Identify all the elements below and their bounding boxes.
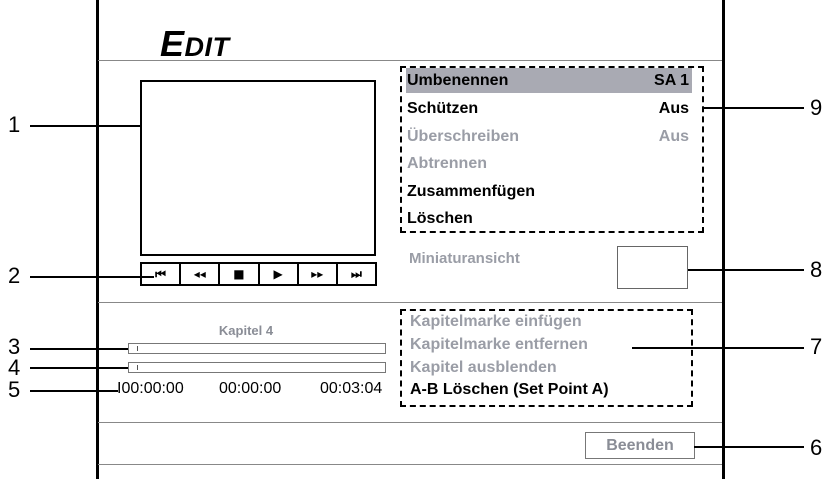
timecode-total: 00:03:04 bbox=[320, 380, 383, 397]
callout-2-line bbox=[30, 276, 154, 278]
skip-start-icon: ⏮ bbox=[155, 266, 166, 281]
chapter-item-insert-mark: Kapitelmarke einfügen bbox=[410, 313, 582, 330]
menu-item-split: Abtrennen bbox=[406, 151, 692, 176]
menu-item-value: Aus bbox=[658, 99, 689, 117]
menu-item-protect[interactable]: Schützen Aus bbox=[406, 96, 692, 121]
menu-item-rename[interactable]: Umbenennen SA 1 bbox=[406, 68, 692, 93]
divider-middle bbox=[98, 302, 722, 303]
menu-item-label: Abtrennen bbox=[407, 154, 487, 172]
menu-item-overwrite: Überschreiben Aus bbox=[406, 124, 692, 149]
callout-6-line bbox=[694, 446, 804, 448]
menu-item-delete[interactable]: Löschen bbox=[406, 206, 692, 231]
chapter-item-hide: Kapitel ausblenden bbox=[410, 359, 557, 376]
chapter-progress-bar[interactable] bbox=[128, 343, 386, 354]
chapter-label: Kapitel 4 bbox=[218, 323, 274, 338]
callout-2: 2 bbox=[8, 263, 21, 288]
skip-end-button[interactable]: ⏭ bbox=[338, 264, 375, 284]
play-icon: ▶ bbox=[273, 267, 283, 281]
callout-7: 7 bbox=[810, 334, 823, 359]
frame-right-border bbox=[722, 0, 725, 479]
stop-icon: ■ bbox=[233, 267, 245, 281]
page-title: EDIT bbox=[160, 23, 230, 64]
chapter-item-ab-delete[interactable]: A-B Löschen (Set Point A) bbox=[410, 381, 609, 399]
thumbnail-label: Miniaturansicht bbox=[409, 250, 520, 267]
callout-7-line bbox=[632, 347, 804, 349]
callout-4-line bbox=[30, 367, 128, 369]
skip-start-button[interactable]: ⏮ bbox=[142, 264, 182, 284]
menu-item-label: Umbenennen bbox=[407, 71, 509, 89]
skip-end-icon: ⏭ bbox=[351, 266, 362, 281]
menu-item-label: Zusammenfügen bbox=[407, 182, 536, 200]
rewind-button[interactable]: ◂◂ bbox=[181, 264, 221, 284]
callout-3-line bbox=[30, 348, 128, 350]
callout-5-line bbox=[30, 390, 118, 392]
chapter-item-remove-mark: Kapitelmarke entfernen bbox=[410, 336, 588, 353]
frame-left-border bbox=[96, 0, 99, 479]
menu-item-label: Überschreiben bbox=[407, 127, 520, 145]
menu-item-value: SA 1 bbox=[654, 71, 689, 89]
callout-6: 6 bbox=[810, 435, 823, 460]
rewind-icon: ◂◂ bbox=[193, 267, 206, 281]
title-progress-bar[interactable] bbox=[128, 362, 386, 373]
title-progress-fill bbox=[129, 365, 138, 370]
callout-5: 5 bbox=[8, 377, 21, 402]
callout-8: 8 bbox=[810, 257, 823, 282]
play-button[interactable]: ▶ bbox=[260, 264, 299, 284]
callout-9: 9 bbox=[810, 95, 823, 120]
chapter-progress-fill bbox=[129, 346, 138, 351]
playback-controls: ⏮ ◂◂ ■ ▶ ▸▸ ⏭ bbox=[140, 262, 377, 286]
timecode-marker: 00:00:00 bbox=[219, 380, 282, 397]
divider-footer bbox=[98, 422, 722, 423]
menu-item-label: Löschen bbox=[407, 209, 473, 227]
menu-item-value: Aus bbox=[658, 127, 689, 145]
callout-1-line bbox=[30, 125, 141, 127]
exit-button[interactable]: Beenden bbox=[585, 432, 695, 459]
menu-item-label: Schützen bbox=[407, 99, 479, 117]
thumbnail-preview bbox=[617, 246, 688, 289]
stop-button[interactable]: ■ bbox=[220, 264, 260, 284]
callout-1: 1 bbox=[8, 112, 21, 137]
callout-8-line bbox=[688, 269, 804, 271]
fast-forward-button[interactable]: ▸▸ bbox=[299, 264, 338, 284]
menu-item-combine[interactable]: Zusammenfügen bbox=[406, 179, 692, 204]
callout-9-line bbox=[704, 107, 804, 109]
timecode-current: I00:00:00 bbox=[117, 380, 184, 397]
fast-forward-icon: ▸▸ bbox=[311, 267, 324, 281]
video-preview bbox=[140, 80, 376, 256]
divider-bottom bbox=[98, 464, 722, 465]
